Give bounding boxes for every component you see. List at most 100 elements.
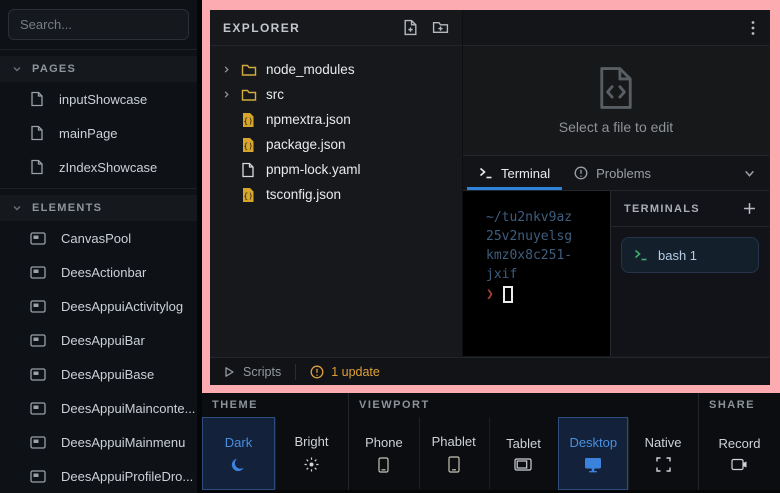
tab-terminal[interactable]: Terminal [467, 156, 562, 190]
tree-item-pnpm-lock-yaml[interactable]: pnpm-lock.yaml [210, 157, 462, 182]
sidebar-item-deesappuiprofiledropdown[interactable]: DeesAppuiProfileDro... [0, 459, 197, 493]
terminal-line: 25v2nuyelsg [486, 227, 610, 246]
sidebar-item-label: DeesActionbar [61, 265, 146, 280]
sidebar-item-deesappuibar[interactable]: DeesAppuiBar [0, 323, 197, 357]
update-notice[interactable]: 1 update [310, 365, 380, 379]
tab-label: Terminal [501, 166, 550, 181]
chevron-down-icon [12, 64, 22, 74]
editor-column: Select a file to edit Terminal Problems [463, 10, 769, 357]
button-label: Record [719, 436, 761, 451]
properties-toolbar: THEME Dark Bright VIEWPORT Phone [202, 393, 780, 490]
phone-icon [378, 457, 389, 473]
theme-bright-button[interactable]: Bright [275, 417, 348, 490]
tablet-icon [514, 458, 532, 471]
sidebar-item-zindexshowcase[interactable]: zIndexShowcase [0, 150, 197, 184]
preview-canvas: EXPLORER node_modules [202, 0, 780, 393]
update-label: 1 update [331, 365, 380, 379]
tree-item-label: pnpm-lock.yaml [266, 162, 361, 177]
editor-topbar [463, 10, 769, 46]
new-folder-icon[interactable] [432, 19, 449, 36]
json-file-icon: {) [241, 187, 255, 203]
editor-empty-message: Select a file to edit [559, 119, 673, 135]
terminal-output[interactable]: ~/tu2nkv9az 25v2nuyelsg kmz0x8c251- jxif… [463, 191, 610, 356]
tree-item-src[interactable]: src [210, 82, 462, 107]
statusbar-divider [295, 364, 296, 380]
explorer-title: EXPLORER [223, 21, 300, 35]
file-tree: node_modules src {) npmextra.json [210, 46, 462, 207]
viewport-tablet-button[interactable]: Tablet [489, 417, 559, 490]
record-camera-icon [731, 458, 748, 471]
viewport-phone-button[interactable]: Phone [349, 417, 419, 490]
sidebar-item-mainpage[interactable]: mainPage [0, 116, 197, 150]
button-label: Desktop [569, 435, 617, 450]
tree-item-node-modules[interactable]: node_modules [210, 57, 462, 82]
terminal-prompt-icon [634, 249, 648, 261]
problems-icon [574, 166, 588, 180]
sidebar-item-deesactionbar[interactable]: DeesActionbar [0, 255, 197, 289]
page-icon [30, 125, 44, 141]
moon-icon [231, 457, 247, 473]
file-code-icon [595, 66, 637, 110]
search-input[interactable] [8, 9, 189, 40]
sidebar-item-label: inputShowcase [59, 92, 147, 107]
chevron-down-icon[interactable] [743, 167, 756, 180]
element-icon [30, 470, 46, 483]
sidebar-item-deesappuimaincontent[interactable]: DeesAppuiMainconte... [0, 391, 197, 425]
kebab-menu-icon[interactable] [751, 20, 755, 36]
page-icon [30, 159, 44, 175]
tab-label: Problems [596, 166, 651, 181]
viewport-phablet-button[interactable]: Phablet [419, 417, 489, 490]
element-icon [30, 436, 46, 449]
sidebar-item-deesappuibase[interactable]: DeesAppuiBase [0, 357, 197, 391]
scripts-label: Scripts [243, 365, 281, 379]
file-icon [241, 162, 255, 178]
explorer-header: EXPLORER [210, 10, 462, 46]
theme-dark-button[interactable]: Dark [202, 417, 275, 490]
terminal-line: kmz0x8c251- [486, 246, 610, 265]
terminal-cursor [503, 286, 513, 303]
viewport-desktop-button[interactable]: Desktop [558, 417, 628, 490]
viewport-native-button[interactable]: Native [628, 417, 698, 490]
tree-item-label: npmextra.json [266, 112, 351, 127]
tree-item-tsconfig-json[interactable]: {) tsconfig.json [210, 182, 462, 207]
section-header-pages[interactable]: PAGES [0, 56, 197, 82]
terminals-title: TERMINALS [624, 203, 700, 215]
sidebar-item-inputshowcase[interactable]: inputShowcase [0, 82, 197, 116]
svg-text:{): {) [243, 141, 253, 150]
explorer-panel: EXPLORER node_modules [210, 10, 463, 357]
sidebar-divider [0, 188, 197, 189]
sidebar: PAGES inputShowcase mainPage zIndexShowc… [0, 0, 197, 493]
terminals-panel: TERMINALS bash 1 [610, 191, 769, 356]
svg-text:{): {) [243, 191, 253, 200]
button-label: Phablet [432, 434, 476, 449]
tree-item-label: tsconfig.json [266, 187, 341, 202]
json-file-icon: {) [241, 112, 255, 128]
scripts-button[interactable]: Scripts [223, 365, 281, 379]
tab-problems[interactable]: Problems [562, 156, 663, 190]
plus-icon[interactable] [743, 202, 756, 215]
tree-item-npmextra-json[interactable]: {) npmextra.json [210, 107, 462, 132]
sidebar-item-deesappuimainmenu[interactable]: DeesAppuiMainmenu [0, 425, 197, 459]
toolbar-group-theme: THEME Dark Bright [202, 393, 348, 490]
chevron-right-icon [222, 90, 231, 99]
tree-item-label: src [266, 87, 284, 102]
tree-item-label: node_modules [266, 62, 355, 77]
sidebar-item-deesappuiactivitylog[interactable]: DeesAppuiActivitylog [0, 289, 197, 323]
sun-icon [303, 456, 320, 473]
new-file-icon[interactable] [402, 19, 419, 36]
update-alert-icon [310, 365, 324, 379]
section-header-elements[interactable]: ELEMENTS [0, 195, 197, 221]
app-window: PAGES inputShowcase mainPage zIndexShowc… [0, 0, 780, 493]
tree-item-package-json[interactable]: {) package.json [210, 132, 462, 157]
toolbar-group-viewport: VIEWPORT Phone Phablet Tablet Desktop [348, 393, 698, 490]
terminal-session-bash1[interactable]: bash 1 [621, 237, 759, 273]
terminals-header: TERMINALS [611, 191, 769, 227]
element-icon [30, 334, 46, 347]
terminal-prompt-icon [479, 167, 493, 179]
sidebar-item-canvaspool[interactable]: CanvasPool [0, 221, 197, 255]
element-icon [30, 232, 46, 245]
sidebar-item-label: DeesAppuiProfileDro... [61, 469, 193, 484]
share-record-button[interactable]: Record [699, 417, 780, 490]
toolbar-group-title: VIEWPORT [349, 393, 698, 417]
page-icon [30, 91, 44, 107]
